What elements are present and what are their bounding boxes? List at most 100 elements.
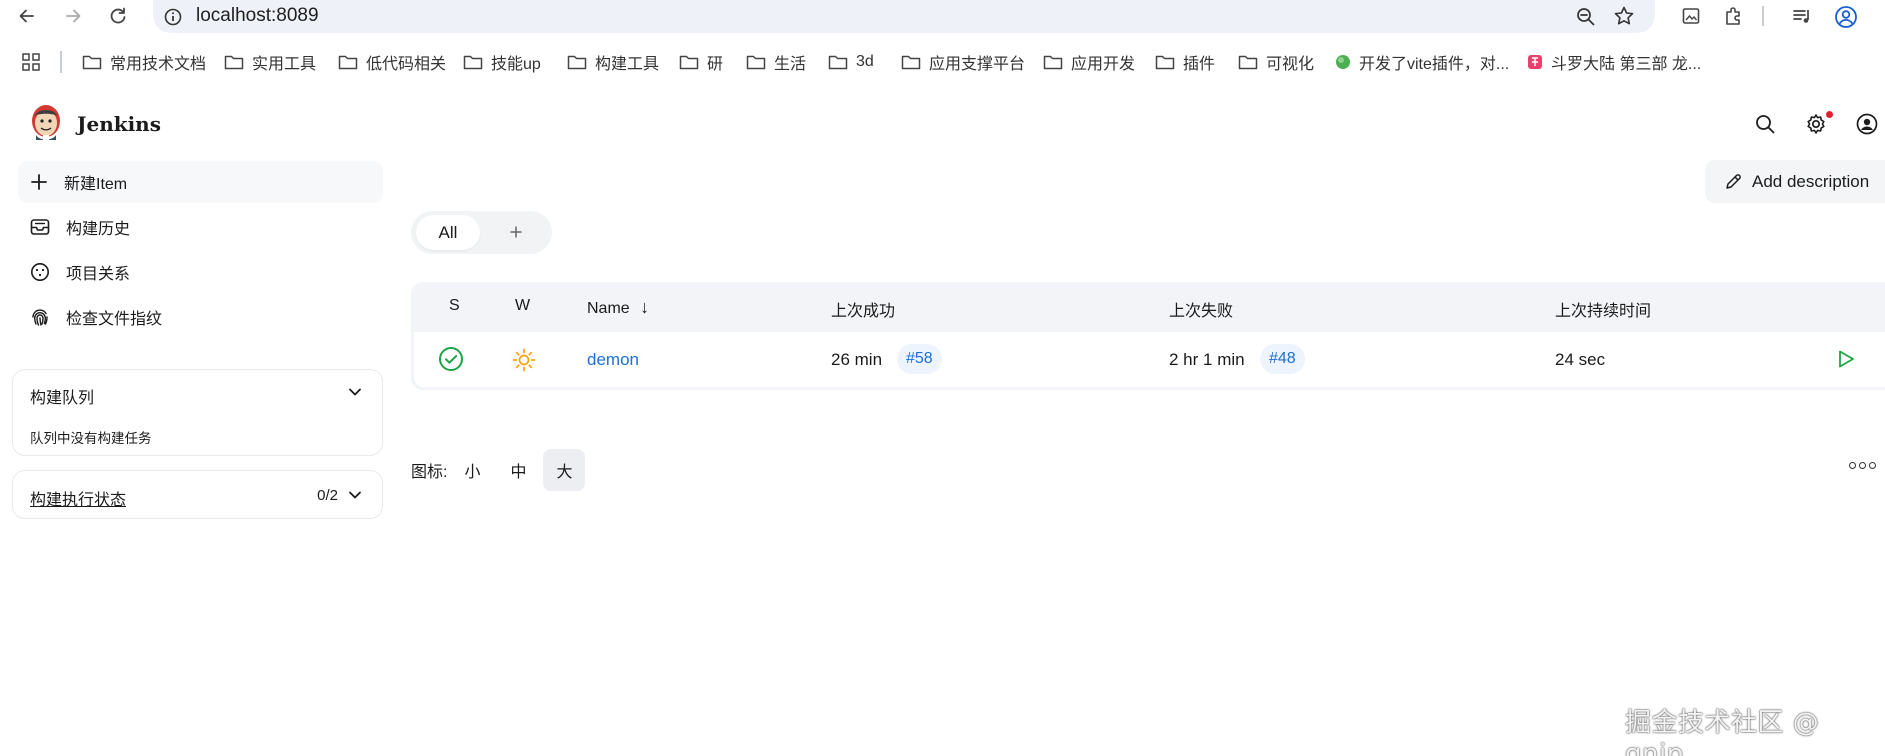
sort-arrow-icon: ↓ (640, 297, 650, 317)
folder-icon (1155, 55, 1175, 70)
build-queue-panel: 构建队列 队列中没有构建任务 (12, 369, 383, 456)
column-header-last-success[interactable]: 上次成功 (831, 297, 895, 321)
last-duration: 24 sec (1555, 350, 1606, 369)
site-favicon-icon (1528, 55, 1542, 69)
folder-icon (901, 55, 921, 70)
sidebar-item-build-history[interactable]: 构建历史 (18, 206, 383, 248)
executor-status-title[interactable]: 构建执行状态 (30, 486, 126, 510)
folder-icon (746, 55, 766, 70)
folder-icon (338, 55, 358, 70)
bookmark-label: 实用工具 (252, 56, 317, 73)
browser-toolbar: localhost:8089 (0, 0, 1885, 33)
add-view-plus-icon[interactable] (506, 222, 526, 242)
last-failure-time: 2 hr 1 min (1169, 350, 1245, 369)
chevron-down-icon[interactable] (348, 387, 362, 397)
chevron-down-icon[interactable] (348, 490, 362, 500)
jenkins-logo-icon[interactable] (29, 104, 63, 144)
column-header-last-failure[interactable]: 上次失败 (1169, 297, 1233, 321)
site-info-icon[interactable] (163, 7, 183, 27)
column-header-weather[interactable]: W (515, 297, 530, 315)
icon-size-small[interactable]: 小 (451, 449, 493, 491)
bookmark-label: 斗罗大陆 第三部 龙... (1551, 56, 1702, 73)
sidebar-item-new-item[interactable]: 新建Item (18, 161, 383, 203)
icon-size-selector: 图标: 小 中 大 (411, 449, 586, 491)
bookmark-item[interactable]: 构建工具 (567, 47, 659, 77)
inbox-icon (30, 219, 50, 235)
forward-button[interactable] (60, 3, 86, 29)
sidebar-item-label: 项目关系 (66, 266, 131, 283)
bookmark-item[interactable]: 应用开发 (1043, 47, 1135, 77)
media-queue-icon[interactable] (1791, 5, 1813, 27)
pencil-icon (1726, 173, 1741, 189)
bookmark-star-icon[interactable] (1613, 5, 1635, 27)
column-header-status[interactable]: S (449, 297, 460, 315)
folder-icon (679, 55, 699, 70)
arrow-left-icon (19, 9, 34, 23)
bookmark-label: 常用技术文档 (110, 56, 207, 73)
executor-count: 0/2 (317, 487, 338, 504)
bookmark-label: 构建工具 (595, 56, 660, 73)
bookmark-item[interactable]: 生活 (746, 47, 806, 77)
search-icon[interactable] (1754, 113, 1776, 135)
view-tabs: All (411, 211, 552, 254)
screenshot-icon[interactable] (1680, 5, 1702, 27)
url-text[interactable]: localhost:8089 (196, 5, 319, 27)
arrow-right-icon (66, 9, 81, 23)
back-button[interactable] (14, 3, 40, 29)
bookmark-item[interactable]: 实用工具 (224, 47, 316, 77)
play-build-icon[interactable] (1835, 348, 1857, 370)
bookmark-item[interactable]: 低代码相关 (338, 47, 446, 77)
gear-icon[interactable] (1805, 113, 1827, 135)
site-favicon-icon (1336, 55, 1350, 69)
icon-size-medium[interactable]: 中 (497, 449, 539, 491)
tab-all[interactable]: All (416, 215, 480, 250)
folder-icon (1238, 55, 1258, 70)
profile-avatar-icon[interactable] (1834, 5, 1858, 29)
folder-icon (828, 55, 848, 70)
add-description-button[interactable]: Add description (1705, 160, 1885, 203)
job-name-link[interactable]: demon (587, 350, 639, 370)
sidebar-item-project-relations[interactable]: 项目关系 (18, 251, 383, 293)
build-queue-empty-text: 队列中没有构建任务 (30, 431, 152, 446)
extensions-icon[interactable] (1723, 5, 1745, 27)
apps-grid-icon[interactable] (22, 53, 40, 71)
user-account-icon[interactable] (1856, 113, 1878, 135)
icon-size-large[interactable]: 大 (543, 449, 586, 491)
folder-icon (82, 55, 102, 70)
relations-icon (31, 263, 49, 281)
executor-status-panel: 构建执行状态 0/2 (12, 470, 383, 519)
bookmark-item[interactable]: 3d (828, 47, 874, 77)
plus-icon (31, 174, 47, 190)
bookmark-label: 可视化 (1266, 56, 1315, 73)
folder-icon (224, 55, 244, 70)
last-failure-build-link[interactable]: #48 (1260, 344, 1305, 374)
sidebar-item-label: 构建历史 (66, 221, 131, 238)
brand-title[interactable]: Jenkins (77, 112, 161, 136)
last-success-build-link[interactable]: #58 (897, 344, 942, 374)
bookmark-item[interactable]: 研 (679, 47, 723, 77)
reload-icon (110, 7, 126, 24)
folder-icon (463, 55, 483, 70)
bookmark-label: 生活 (774, 56, 807, 73)
bookmark-item[interactable]: 开发了vite插件，对... (1335, 47, 1509, 77)
jobs-table: S W Name ↓ 上次成功 上次失败 上次持续时间 demon 26 min… (411, 282, 1885, 390)
bookmark-label: 应用支撑平台 (929, 56, 1026, 73)
column-header-name[interactable]: Name ↓ (587, 297, 649, 318)
toolbar-divider (1762, 6, 1764, 26)
sunny-weather-icon (512, 348, 536, 372)
bookmark-item[interactable]: 应用支撑平台 (901, 47, 1025, 77)
address-bar[interactable]: localhost:8089 (153, 0, 1655, 33)
bookmark-item[interactable]: 常用技术文档 (82, 47, 206, 77)
bookmark-item[interactable]: 斗罗大陆 第三部 龙... (1527, 47, 1701, 77)
zoom-icon[interactable] (1575, 6, 1597, 28)
bookmark-label: 开发了vite插件，对... (1359, 56, 1510, 73)
bookmark-label: 技能up (491, 56, 541, 73)
bookmark-item[interactable]: 技能up (463, 47, 541, 77)
more-options-icon[interactable] (1849, 462, 1876, 469)
bookmark-item[interactable]: 插件 (1155, 47, 1215, 77)
bookmark-item[interactable]: 可视化 (1238, 47, 1314, 77)
sidebar-item-fingerprint[interactable]: 检查文件指纹 (18, 296, 383, 338)
column-header-last-duration[interactable]: 上次持续时间 (1555, 297, 1651, 321)
build-queue-title[interactable]: 构建队列 (30, 384, 94, 408)
reload-button[interactable] (105, 3, 131, 29)
